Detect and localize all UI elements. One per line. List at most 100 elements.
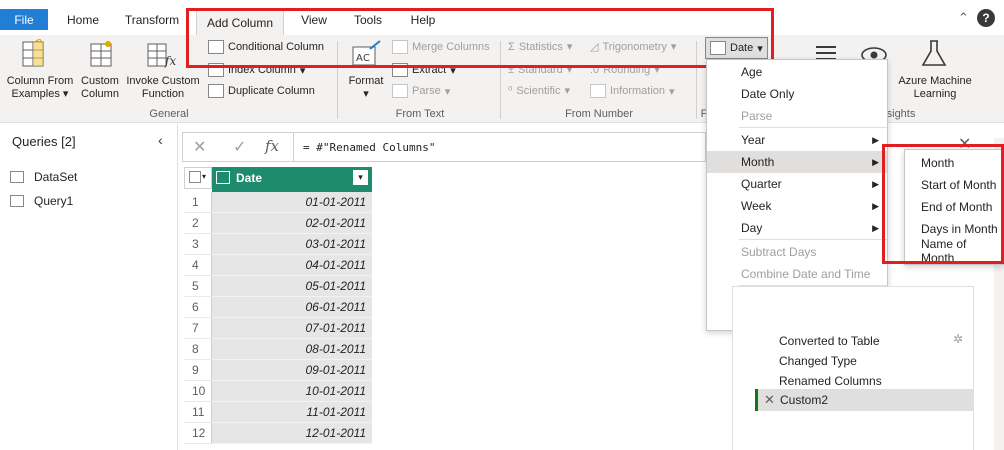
query-item-query1[interactable]: Query1: [10, 194, 73, 208]
duplicate-column-label: Duplicate Column: [228, 85, 315, 97]
formula-divider: [293, 133, 294, 161]
formula-input[interactable]: = #"Renamed Columns": [303, 141, 435, 154]
scientific-button[interactable]: ⁰ Scientific ▾: [508, 84, 570, 98]
row-number: 2: [184, 213, 212, 234]
parse-button[interactable]: Parse ▾: [392, 84, 450, 98]
custom-column-label-2: Column: [81, 88, 119, 100]
menu-item-label: Subtract Days: [741, 245, 817, 259]
filter-dropdown-icon[interactable]: ▾: [353, 170, 368, 185]
parse-icon: [392, 84, 408, 98]
date-cell[interactable]: 01-01-2011: [212, 192, 372, 213]
step-renamed-columns[interactable]: Renamed Columns: [779, 374, 882, 388]
submenu-arrow-icon: ▶: [872, 222, 879, 233]
custom-column-label-1: Custom: [81, 75, 119, 87]
cancel-icon[interactable]: ✕: [193, 137, 206, 157]
date-cell[interactable]: 12-01-2011: [212, 423, 372, 444]
gear-icon[interactable]: ✲: [953, 332, 963, 346]
azure-ml-label-1: Azure Machine: [898, 75, 972, 87]
chevron-down-icon: ▾: [564, 85, 570, 97]
information-button[interactable]: Information ▾: [590, 84, 675, 98]
group-label-from-text: From Text: [395, 108, 445, 120]
invoke-function-icon: fx: [146, 39, 176, 69]
date-cell[interactable]: 11-01-2011: [212, 402, 372, 423]
date-menu-item-year[interactable]: Year ▶: [707, 129, 887, 151]
row-number: 10: [184, 381, 212, 402]
tab-file[interactable]: File: [0, 9, 48, 30]
row-number: 4: [184, 255, 212, 276]
invoke-custom-label-2: Function: [141, 88, 185, 100]
menu-item-label: Quarter: [741, 177, 782, 191]
date-menu-item-week[interactable]: Week ▶: [707, 195, 887, 217]
step-changed-type[interactable]: Changed Type: [779, 354, 857, 368]
table-icon: [10, 195, 24, 207]
table-menu-button[interactable]: ▾: [184, 167, 212, 189]
date-cell[interactable]: 03-01-2011: [212, 234, 372, 255]
delete-step-icon[interactable]: ✕: [764, 392, 775, 408]
date-cell[interactable]: 05-01-2011: [212, 276, 372, 297]
scientific-icon: ⁰: [508, 85, 513, 97]
group-label-ai-insights: sights: [886, 108, 916, 120]
date-cell[interactable]: 06-01-2011: [212, 297, 372, 318]
step-converted-to-table[interactable]: Converted to Table: [779, 334, 880, 348]
parse-label: Parse: [412, 85, 441, 97]
column-from-examples-label-1: Column From: [6, 75, 74, 87]
help-icon[interactable]: ?: [977, 9, 995, 27]
custom-column-button[interactable]: Custom Column: [76, 75, 124, 101]
tab-transform[interactable]: Transform: [118, 9, 186, 30]
azure-ml-label-2: Learning: [913, 88, 957, 100]
column-from-examples-button[interactable]: Column From Examples ▾: [4, 75, 76, 101]
date-menu-item-subtract-days[interactable]: Subtract Days: [707, 241, 887, 263]
date-menu-item-parse[interactable]: Parse: [707, 105, 887, 127]
menu-item-label: Day: [741, 221, 763, 235]
submenu-arrow-icon: ▶: [872, 200, 879, 211]
chevron-down-icon: ▾: [669, 85, 675, 98]
group-label-from-number: From Number: [565, 108, 633, 120]
query-label: DataSet: [34, 170, 78, 184]
information-label: Information: [610, 85, 666, 97]
fx-icon[interactable]: fx: [265, 137, 279, 155]
column-header-date[interactable]: Date ▾: [212, 167, 372, 189]
date-cell[interactable]: 09-01-2011: [212, 360, 372, 381]
submenu-arrow-icon: ▶: [872, 156, 879, 167]
collapse-pane-icon[interactable]: ‹: [158, 132, 163, 148]
date-cell[interactable]: 07-01-2011: [212, 318, 372, 339]
chevron-down-icon: ▾: [202, 172, 207, 181]
queries-title: Queries [2]: [12, 134, 76, 149]
date-menu-item-month[interactable]: Month ▶: [707, 151, 887, 173]
date-menu-item-age[interactable]: Age: [707, 61, 887, 83]
menu-separator: [739, 127, 887, 128]
formula-bar: ✕ ✓ fx = #"Renamed Columns": [182, 132, 706, 162]
query-label: Query1: [34, 194, 74, 208]
collapse-ribbon-icon[interactable]: ⌃: [958, 10, 969, 26]
menu-item-label: Age: [741, 65, 763, 79]
table-icon: [10, 171, 24, 183]
date-cell[interactable]: 10-01-2011: [212, 381, 372, 402]
date-menu-item-day[interactable]: Day ▶: [707, 217, 887, 239]
date-cell[interactable]: 04-01-2011: [212, 255, 372, 276]
svg-text:fx: fx: [164, 54, 176, 68]
date-cell[interactable]: 02-01-2011: [212, 213, 372, 234]
row-number: 8: [184, 339, 212, 360]
duplicate-column-button[interactable]: Duplicate Column: [208, 84, 315, 98]
applied-steps-pane: Converted to Table ✲ Changed Type Rename…: [732, 286, 974, 450]
row-number: 5: [184, 276, 212, 297]
azure-ml-button[interactable]: Azure Machine Learning: [890, 75, 980, 101]
date-menu-item-date-only[interactable]: Date Only: [707, 83, 887, 105]
step-custom2-row[interactable]: ✕ Custom2: [755, 389, 973, 411]
column-header-label: Date: [236, 171, 263, 185]
query-item-dataset[interactable]: DataSet: [10, 170, 77, 184]
menu-item-label: Combine Date and Time: [741, 267, 871, 281]
format-label: Format: [348, 75, 384, 87]
date-menu-item-combine-date-and-time[interactable]: Combine Date and Time: [707, 263, 887, 285]
column-from-examples-icon: [20, 38, 46, 69]
format-button[interactable]: Format ▾: [344, 75, 388, 101]
invoke-custom-function-button[interactable]: Invoke Custom Function: [124, 75, 202, 101]
tab-home[interactable]: Home: [58, 9, 108, 30]
date-cell[interactable]: 08-01-2011: [212, 339, 372, 360]
date-menu-item-quarter[interactable]: Quarter ▶: [707, 173, 887, 195]
commit-icon[interactable]: ✓: [233, 137, 246, 157]
custom-column-icon: [88, 39, 114, 69]
submenu-arrow-icon: ▶: [872, 134, 879, 145]
highlight-box-ribbon: [186, 8, 774, 68]
chevron-down-icon: ▾: [363, 88, 369, 100]
